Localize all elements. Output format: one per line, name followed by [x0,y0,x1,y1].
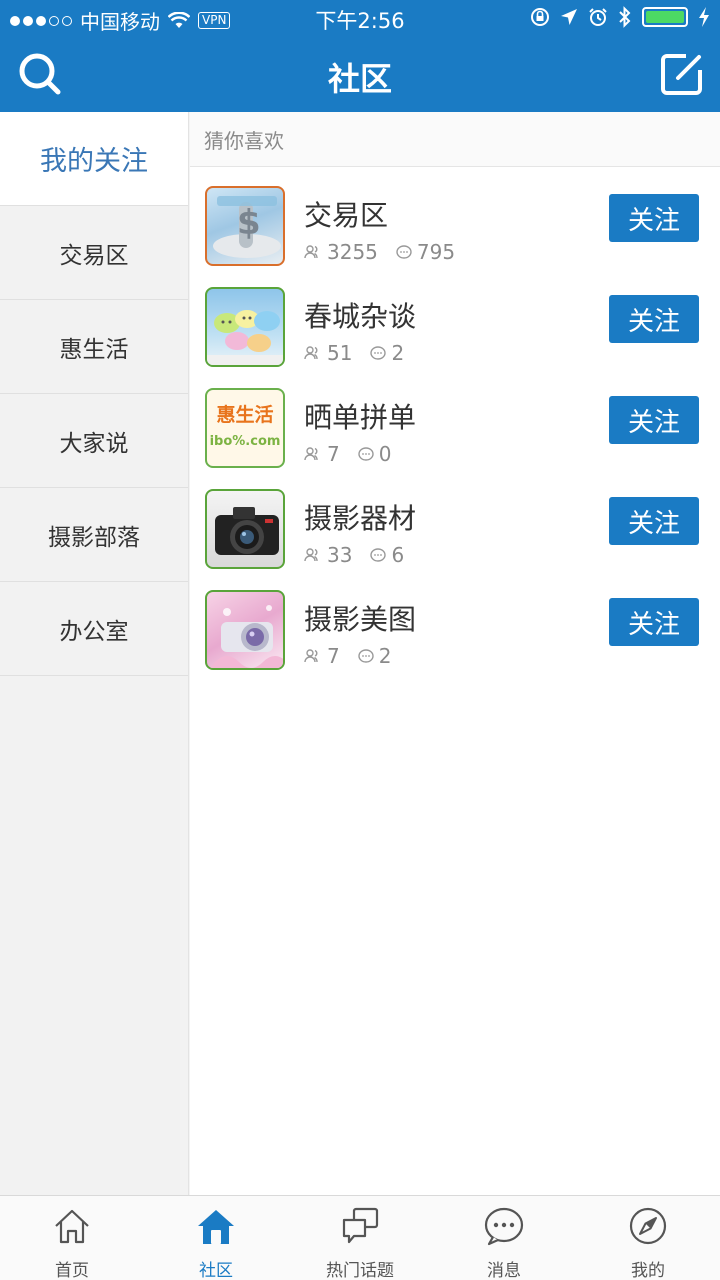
sidebar-item-my-follows[interactable]: 我的关注 [0,112,188,206]
hot-topics-icon [342,1207,379,1244]
sidebar-item-label: 办公室 [59,618,129,645]
tab-bar: 首页 社区 热门话题 消息 我的 [0,1195,720,1280]
page-title: 社区 [327,60,392,98]
tab-community[interactable]: 社区 [144,1196,288,1280]
post-count: 6 [391,543,405,567]
list-item[interactable]: $ 交易区 3255 795 关注 [190,168,720,269]
list-item[interactable]: 摄影器材 33 6 关注 [190,471,720,572]
post-count: 795 [416,240,456,264]
comment-icon [396,244,412,259]
tab-label: 消息 [487,1261,521,1280]
community-name: 晒单拼单 [304,401,417,434]
sidebar-item-photography[interactable]: 摄影部落 [0,488,188,582]
community-stats: 3255 795 [304,240,455,264]
comment-icon [358,446,374,461]
member-count: 7 [327,644,340,668]
tab-label: 我的 [631,1261,665,1280]
sidebar-item-label: 大家说 [59,430,129,457]
sidebar-item-discussion[interactable]: 大家说 [0,394,188,488]
follow-button[interactable]: 关注 [609,598,699,646]
charging-icon [699,7,709,27]
follow-button[interactable]: 关注 [609,497,699,545]
tab-label: 首页 [55,1261,89,1280]
tab-label: 社区 [199,1261,233,1280]
community-thumbnail: 惠生活 ibo%.com [205,388,285,468]
member-count: 33 [327,543,353,567]
sidebar-item-label: 我的关注 [40,146,148,177]
location-icon [561,9,577,25]
community-stats: 33 6 [304,543,404,567]
tab-mine[interactable]: 我的 [576,1196,720,1280]
community-stats: 7 2 [304,644,391,668]
community-stats: 7 0 [304,442,391,466]
follow-button[interactable]: 关注 [609,295,699,343]
follow-button[interactable]: 关注 [609,396,699,444]
community-thumbnail [205,287,285,367]
tab-label: 热门话题 [326,1261,394,1280]
follow-button[interactable]: 关注 [609,194,699,242]
post-count: 2 [378,644,392,668]
battery-icon [642,7,688,27]
member-count: 3255 [327,240,378,264]
list-item[interactable]: 惠生活 ibo%.com 晒单拼单 7 0 关注 [190,370,720,471]
community-stats: 51 2 [304,341,404,365]
compose-icon[interactable] [660,52,704,96]
category-sidebar: 我的关注 交易区 惠生活 大家说 摄影部落 办公室 [0,112,189,1195]
alarm-icon [589,8,607,26]
members-icon [304,548,318,562]
compass-icon [629,1207,667,1245]
nav-bar: 社区 [0,36,720,112]
status-bar: 中国移动 VPN 下午2:56 [0,0,720,36]
community-thumbnail [205,590,285,670]
sidebar-item-label: 交易区 [59,242,129,269]
svg-text:$: $ [237,203,261,243]
members-icon [304,346,318,360]
community-thumbnail: $ [205,186,285,266]
post-count: 2 [391,341,405,365]
members-icon [304,447,318,461]
post-count: 0 [378,442,392,466]
members-icon [304,649,318,663]
sidebar-item-trading[interactable]: 交易区 [0,206,188,300]
bluetooth-icon [619,6,631,28]
tab-messages[interactable]: 消息 [432,1196,576,1280]
orientation-lock-icon [531,8,549,26]
member-count: 7 [327,442,340,466]
members-icon [304,245,318,259]
comment-icon [370,345,387,360]
thumbnail-logo-text: 惠生活 [216,404,274,426]
tab-home[interactable]: 首页 [0,1196,144,1280]
message-icon [484,1207,524,1246]
sidebar-item-label: 摄影部落 [48,524,140,551]
list-item[interactable]: 春城杂谈 51 2 关注 [190,269,720,370]
comment-icon [358,648,374,663]
comment-icon [370,547,387,562]
community-name: 春城杂谈 [304,300,417,333]
home-icon [55,1209,89,1244]
sidebar-item-life[interactable]: 惠生活 [0,300,188,394]
community-name: 摄影器材 [304,502,417,535]
section-title: 猜你喜欢 [190,112,720,167]
thumbnail-logo-subtext: ibo%.com [209,434,281,449]
community-thumbnail [205,489,285,569]
member-count: 51 [327,341,353,365]
list-item[interactable]: 摄影美图 7 2 关注 [190,572,720,673]
sidebar-item-office[interactable]: 办公室 [0,582,188,676]
sidebar-item-label: 惠生活 [59,336,129,363]
community-icon [198,1210,234,1244]
community-list: 猜你喜欢 $ 交易区 3255 795 关注 春城杂谈 51 2 关注 惠生活 … [190,112,720,1195]
community-name: 交易区 [304,199,389,232]
tab-hot-topics[interactable]: 热门话题 [288,1196,432,1280]
community-name: 摄影美图 [304,603,417,636]
